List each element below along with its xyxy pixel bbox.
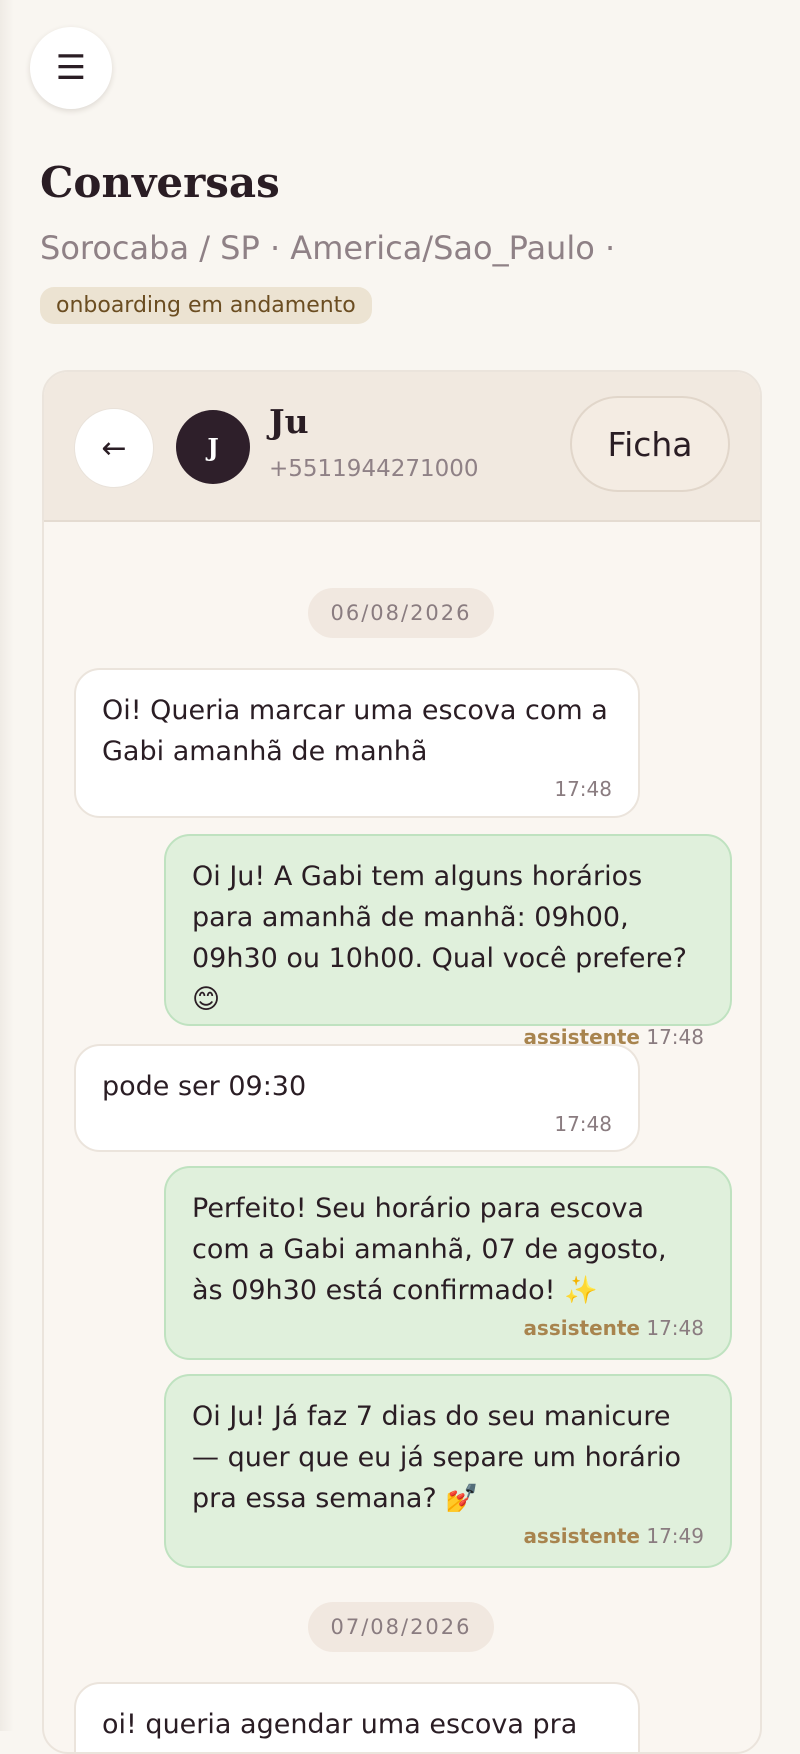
message-text: pode ser 09:30 xyxy=(102,1071,307,1102)
message-text: Oi Ju! Já faz 7 dias do seu manicure — q… xyxy=(192,1401,681,1514)
message-time: 17:48 xyxy=(554,777,612,801)
message-incoming: Oi! Queria marcar uma escova com a Gabi … xyxy=(74,668,640,818)
message-role: assistente xyxy=(523,1524,640,1548)
message-time: 17:48 xyxy=(646,1316,704,1340)
date-separator: 06/08/2026 xyxy=(308,588,494,638)
message-incoming: pode ser 09:30 17:48 xyxy=(74,1044,640,1152)
date-separator: 07/08/2026 xyxy=(308,1602,494,1652)
location-text: Sorocaba / SP · America/Sao_Paulo · xyxy=(40,229,616,267)
message-role: assistente xyxy=(523,1316,640,1340)
message-meta: 17:48 xyxy=(102,776,612,802)
ficha-button[interactable]: Ficha xyxy=(570,396,730,492)
message-text: oi! queria agendar uma escova pra xyxy=(102,1709,578,1740)
message-time: 17:49 xyxy=(646,1524,704,1548)
message-incoming: oi! queria agendar uma escova pra xyxy=(74,1682,640,1752)
left-edge-shade xyxy=(0,0,14,1731)
message-text: Oi Ju! A Gabi tem alguns horários para a… xyxy=(192,861,687,1015)
avatar: J xyxy=(176,410,250,484)
message-outgoing: Oi Ju! A Gabi tem alguns horários para a… xyxy=(164,834,732,1049)
message-meta: assistente 17:48 xyxy=(192,1315,704,1341)
message-outgoing: Perfeito! Seu horário para escova com a … xyxy=(164,1166,732,1360)
message-meta: 17:48 xyxy=(102,1111,612,1137)
conversation-panel: ← J Ju +5511944271000 Ficha 06/08/2026 O… xyxy=(42,370,762,1754)
location-line: Sorocaba / SP · America/Sao_Paulo · onbo… xyxy=(40,222,740,332)
message-meta: assistente 17:49 xyxy=(192,1523,704,1549)
message-text: Oi! Queria marcar uma escova com a Gabi … xyxy=(102,695,608,767)
message-text: Perfeito! Seu horário para escova com a … xyxy=(192,1193,667,1306)
page-title: Conversas xyxy=(40,158,280,207)
menu-button[interactable]: ☰ xyxy=(30,27,112,109)
message-time: 17:48 xyxy=(646,1025,704,1049)
message-outgoing: Oi Ju! Já faz 7 dias do seu manicure — q… xyxy=(164,1374,732,1568)
menu-icon: ☰ xyxy=(55,48,87,88)
status-badge: onboarding em andamento xyxy=(40,287,372,324)
back-button[interactable]: ← xyxy=(74,408,154,488)
contact-name: Ju xyxy=(269,402,309,441)
contact-phone: +5511944271000 xyxy=(269,456,479,482)
arrow-left-icon: ← xyxy=(101,430,127,466)
message-time: 17:48 xyxy=(554,1112,612,1136)
chat-header: ← J Ju +5511944271000 Ficha xyxy=(44,372,760,522)
